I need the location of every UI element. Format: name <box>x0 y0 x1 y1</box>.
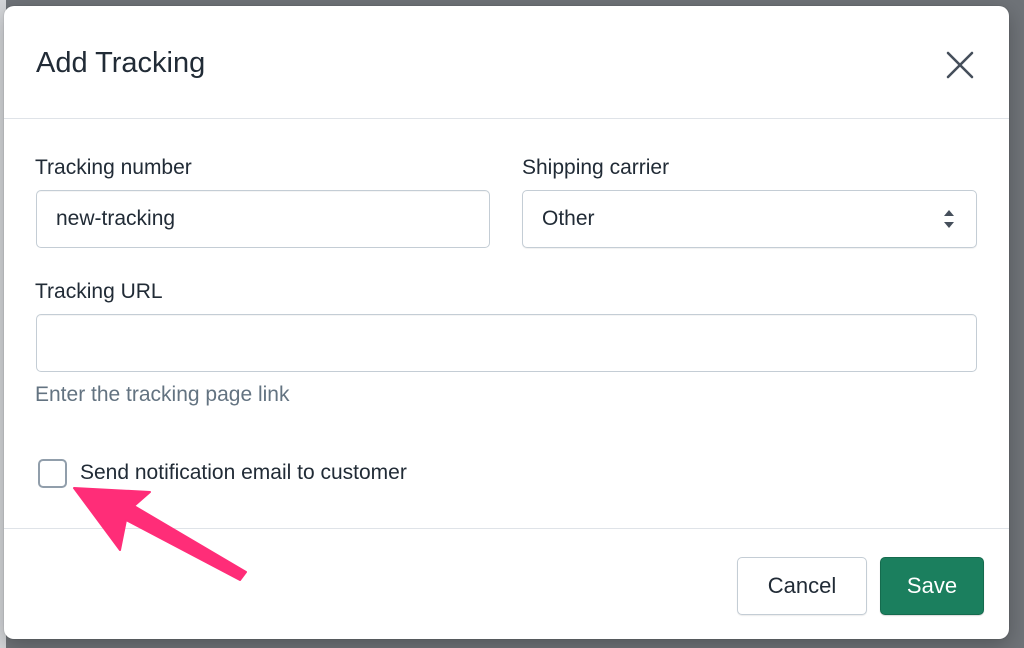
shipping-carrier-label: Shipping carrier <box>522 156 670 179</box>
modal-header: Add Tracking <box>4 6 1009 119</box>
tracking-number-label: Tracking number <box>35 156 192 179</box>
close-button[interactable] <box>939 44 981 86</box>
send-notification-label[interactable]: Send notification email to customer <box>80 461 407 485</box>
tracking-url-input[interactable] <box>36 314 977 372</box>
add-tracking-modal: Add Tracking Tracking number Shipping ca… <box>4 6 1009 639</box>
tracking-number-input[interactable] <box>36 190 490 248</box>
cancel-button[interactable]: Cancel <box>737 557 867 615</box>
modal-footer: Cancel Save <box>4 528 1009 639</box>
modal-title: Add Tracking <box>36 47 206 79</box>
save-button[interactable]: Save <box>880 557 984 615</box>
tracking-url-help-text: Enter the tracking page link <box>35 383 290 406</box>
send-notification-checkbox[interactable] <box>38 459 67 488</box>
tracking-url-label: Tracking URL <box>35 280 163 303</box>
select-arrows-icon <box>942 208 956 235</box>
shipping-carrier-value: Other <box>542 207 595 230</box>
close-icon <box>946 51 974 79</box>
shipping-carrier-select[interactable]: Other <box>522 190 977 248</box>
